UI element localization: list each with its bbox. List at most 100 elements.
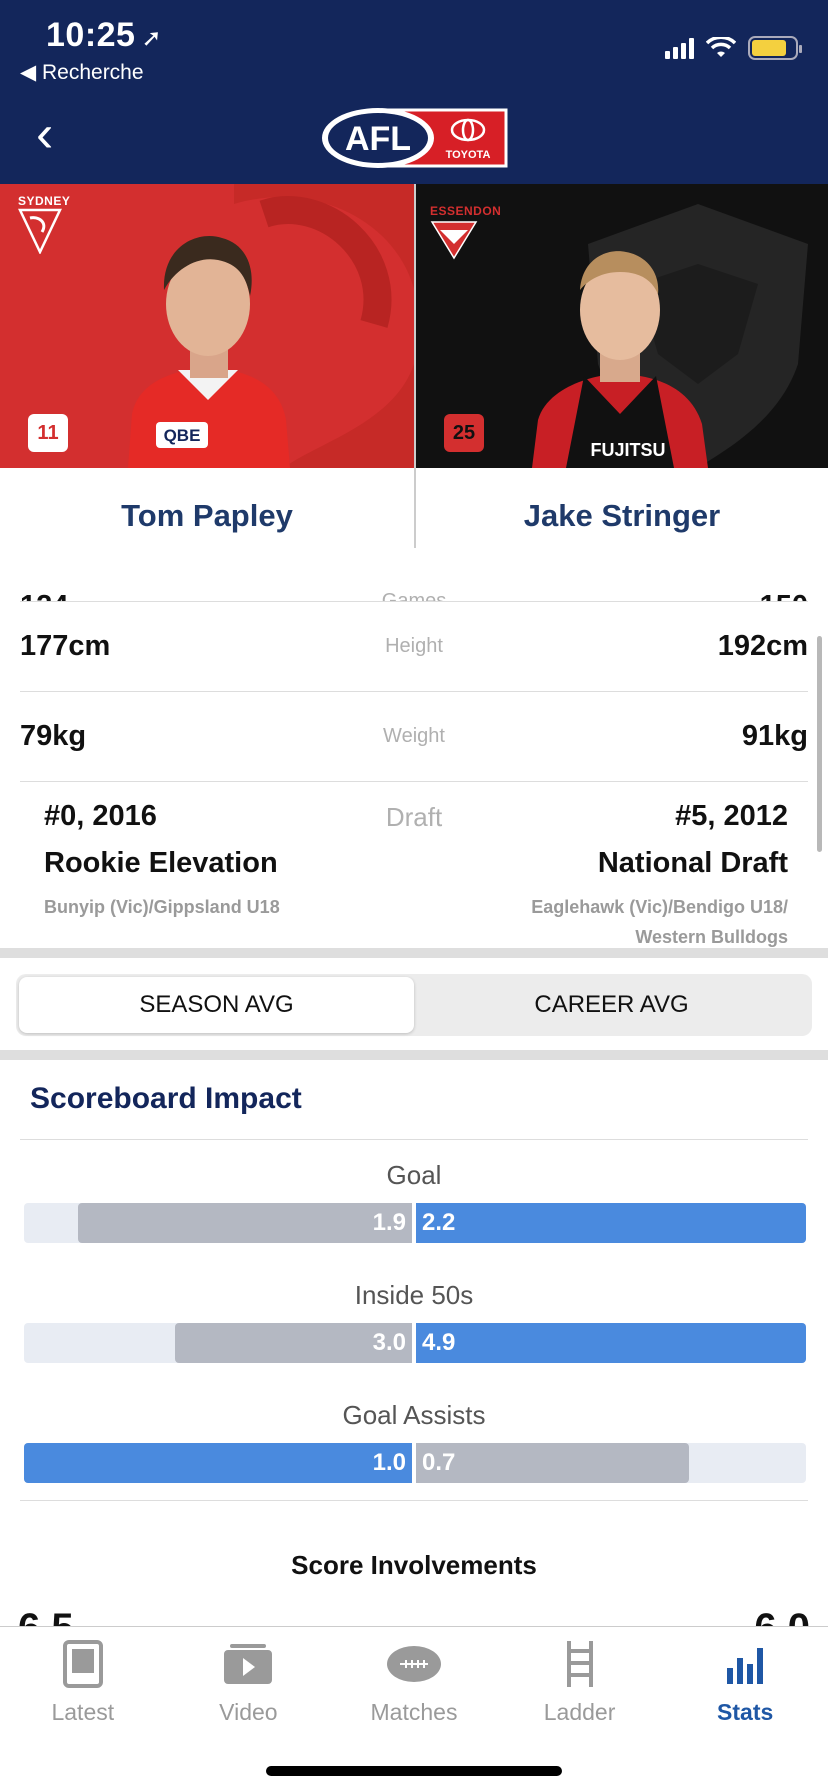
section-divider	[0, 948, 828, 958]
height-right: 192cm	[717, 630, 808, 662]
draft-type-right: National Draft	[597, 847, 788, 879]
weight-label: Weight	[383, 725, 445, 747]
score-involvements-right: 6.0	[754, 1608, 810, 1626]
height-left: 177cm	[20, 630, 111, 662]
player-photo-right: FUJITSU	[532, 251, 708, 468]
club-label-sydney: SYDNEY	[18, 194, 71, 208]
tab-label: Stats	[717, 1699, 774, 1725]
profile-row-games: 124 Games 150	[20, 548, 808, 602]
svg-text:QBE: QBE	[164, 426, 201, 445]
stat-value-right: 4.9	[422, 1329, 456, 1356]
bar-fill-left	[24, 1443, 412, 1483]
profile-row-height: 177cm Height 192cm	[20, 602, 808, 692]
player-panel-left[interactable]: SYDNEY QBE 11	[0, 184, 414, 468]
signal-icon	[665, 37, 694, 59]
draft-type-left: Rookie Elevation	[44, 847, 278, 879]
profile-comparison: 124 Games 150 177cm Height 192cm 79kg We…	[0, 548, 828, 952]
season-avg-tab[interactable]: SEASON AVG	[19, 977, 414, 1033]
home-indicator[interactable]	[266, 1766, 562, 1776]
tab-latest[interactable]: Latest	[0, 1627, 166, 1792]
svg-text:TOYOTA: TOYOTA	[446, 149, 491, 161]
career-avg-tab[interactable]: CAREER AVG	[414, 977, 809, 1033]
wifi-icon	[706, 37, 736, 57]
status-time: 10:25 ➚	[46, 16, 162, 55]
ladder-icon	[565, 1639, 595, 1689]
stat-bar-row: 1.9 2.2	[0, 1203, 828, 1243]
stat-comparison: Goal 1.9 2.2	[0, 1160, 828, 1243]
stat-comparison: Inside 50s 3.0 4.9	[0, 1280, 828, 1363]
svg-text:AFL: AFL	[345, 120, 411, 158]
section-rule	[20, 1500, 808, 1501]
player-photo-left: QBE	[128, 236, 290, 468]
bar-fill-right	[416, 1443, 689, 1483]
score-involvements-values: 6.5 6.0	[0, 1608, 828, 1626]
weight-right: 91kg	[741, 720, 808, 752]
bar-fill-right	[416, 1323, 806, 1363]
bar-fill-left	[78, 1203, 412, 1243]
height-label: Height	[385, 635, 443, 657]
games-left: 124	[20, 590, 68, 601]
tab-stats[interactable]: Stats	[662, 1627, 828, 1792]
player-number-right: 25	[444, 414, 484, 452]
section-title-score-involvements: Score Involvements	[291, 1550, 537, 1580]
stat-value-left: 3.0	[372, 1329, 406, 1356]
stat-label: Inside 50s	[354, 1280, 474, 1310]
tab-label: Latest	[51, 1699, 115, 1725]
battery-icon	[748, 36, 802, 60]
football-icon	[386, 1639, 442, 1689]
essendon-logo	[430, 221, 478, 260]
recruited-from-right: Eaglehawk (Vic)/Bendigo U18/ Western Bul…	[531, 892, 788, 952]
tab-label: Ladder	[543, 1699, 616, 1725]
games-right: 150	[760, 590, 808, 601]
recruited-right-line-1: Eaglehawk (Vic)/Bendigo U18/	[531, 897, 788, 917]
back-app-label: Recherche	[41, 61, 144, 84]
stat-value-right: 2.2	[422, 1209, 456, 1236]
bar-chart-icon	[727, 1639, 764, 1689]
stat-value-left: 1.0	[372, 1449, 406, 1476]
draft-pick-left: #0, 2016	[44, 800, 157, 832]
draft-pick-right: #5, 2012	[675, 800, 788, 832]
svg-text:FUJITSU: FUJITSU	[590, 440, 665, 460]
draft-left: #0, 2016 Rookie Elevation Bunyip (Vic)/G…	[44, 800, 280, 922]
scrollbar[interactable]	[817, 636, 822, 852]
games-label: Games	[381, 590, 447, 602]
tab-label: Video	[219, 1699, 278, 1725]
score-involvements-left: 6.5	[18, 1608, 74, 1626]
player-name-left[interactable]: Tom Papley	[0, 468, 414, 548]
player-panel-right[interactable]: ESSENDON FUJITSU 25	[414, 184, 828, 468]
player-name-right[interactable]: Jake Stringer	[414, 468, 828, 548]
stat-label: Goal Assists	[342, 1400, 486, 1430]
tab-label: Matches	[370, 1699, 458, 1725]
sydney-swans-logo	[18, 208, 62, 254]
back-button[interactable]: ‹	[36, 108, 76, 162]
afl-toyota-logo: AFL TOYOTA	[322, 108, 508, 168]
stat-label: Goal	[386, 1160, 442, 1190]
stat-value-left: 1.9	[372, 1209, 406, 1236]
clock-text: 10:25	[46, 16, 136, 54]
section-divider	[0, 1050, 828, 1060]
play-icon	[224, 1639, 273, 1689]
status-indicators	[665, 36, 802, 60]
draft-label: Draft	[385, 802, 443, 832]
weight-left: 79kg	[20, 720, 87, 752]
stat-value-right: 0.7	[422, 1449, 456, 1476]
stat-bar-row: 3.0 4.9	[0, 1323, 828, 1363]
app-header: 10:25 ➚ ◀ Recherche ‹ AFL TOYOTA	[0, 0, 828, 184]
stat-comparison: Goal Assists 1.0 0.7	[0, 1400, 828, 1483]
location-arrow-icon: ➚	[141, 25, 163, 52]
player-names: Tom Papley Jake Stringer	[0, 468, 828, 548]
player-panels: SYDNEY QBE 11 ESSENDON FUJITSU 25	[0, 184, 828, 468]
profile-row-weight: 79kg Weight 91kg	[20, 692, 808, 782]
profile-row-draft: Draft #0, 2016 Rookie Elevation Bunyip (…	[20, 782, 808, 952]
status-back-link[interactable]: ◀ Recherche	[20, 60, 144, 85]
section-rule	[20, 1139, 808, 1140]
recruited-from-left: Bunyip (Vic)/Gippsland U18	[44, 897, 280, 917]
tablet-icon	[62, 1639, 103, 1689]
avg-toggle: SEASON AVG CAREER AVG	[16, 974, 812, 1036]
section-title-scoreboard: Scoreboard Impact	[30, 1082, 302, 1115]
player-number-left: 11	[28, 414, 68, 452]
bar-fill-right	[416, 1203, 806, 1243]
stat-bar-row: 1.0 0.7	[0, 1443, 828, 1483]
club-label-essendon: ESSENDON	[430, 204, 502, 218]
draft-right: #5, 2012 National Draft Eaglehawk (Vic)/…	[531, 800, 788, 952]
